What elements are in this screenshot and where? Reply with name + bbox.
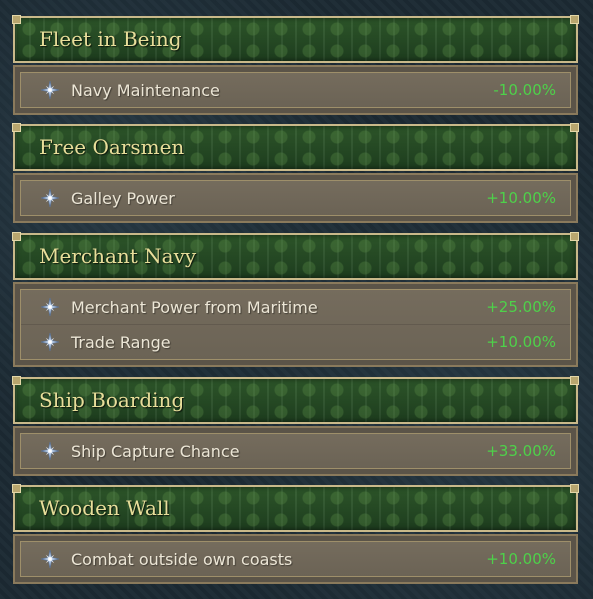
modifier-value: +25.00%: [486, 298, 556, 316]
modifier-value: +10.00%: [486, 333, 556, 351]
corner-ornament-icon: [12, 123, 21, 132]
modifier-row[interactable]: Navy Maintenance -10.00%: [21, 73, 570, 107]
panel-header: Fleet in Being: [12, 15, 579, 63]
corner-ornament-icon: [570, 15, 579, 24]
star-compass-icon: [41, 189, 59, 207]
modifier-value: +33.00%: [486, 442, 556, 460]
panel-wooden-wall: Wooden Wall Combat outside own coasts +1…: [12, 484, 579, 584]
modifier-value: +10.00%: [486, 550, 556, 568]
corner-ornament-icon: [570, 484, 579, 493]
panel-header: Free Oarsmen: [12, 123, 579, 171]
panel-title: Ship Boarding: [39, 388, 185, 412]
panel-body: Ship Capture Chance +33.00%: [13, 426, 578, 476]
star-compass-icon: [41, 442, 59, 460]
modifier-value: +10.00%: [486, 189, 556, 207]
modifier-label: Combat outside own coasts: [71, 549, 293, 569]
modifier-label: Galley Power: [71, 188, 175, 208]
panel-title: Wooden Wall: [39, 496, 170, 520]
modifier-row[interactable]: Merchant Power from Maritime +25.00%: [21, 290, 570, 324]
panel-header: Wooden Wall: [12, 484, 579, 532]
modifier-value: -10.00%: [493, 81, 556, 99]
corner-ornament-icon: [12, 484, 21, 493]
modifier-label: Merchant Power from Maritime: [71, 297, 318, 317]
modifier-row[interactable]: Trade Range +10.00%: [21, 324, 570, 359]
modifier-row[interactable]: Combat outside own coasts +10.00%: [21, 542, 570, 576]
panel-fleet-in-being: Fleet in Being Navy Maintenance -10.00%: [12, 15, 579, 115]
corner-ornament-icon: [12, 232, 21, 241]
corner-ornament-icon: [570, 376, 579, 385]
panel-title: Merchant Navy: [39, 244, 197, 268]
panel-merchant-navy: Merchant Navy Merchant Power from Mariti…: [12, 232, 579, 367]
modifier-row[interactable]: Ship Capture Chance +33.00%: [21, 434, 570, 468]
corner-ornament-icon: [570, 232, 579, 241]
modifier-label: Trade Range: [71, 332, 171, 352]
corner-ornament-icon: [570, 123, 579, 132]
panel-body: Galley Power +10.00%: [13, 173, 578, 223]
panel-free-oarsmen: Free Oarsmen Galley Power +10.00%: [12, 123, 579, 223]
corner-ornament-icon: [12, 15, 21, 24]
panel-header: Ship Boarding: [12, 376, 579, 424]
panel-title: Free Oarsmen: [39, 135, 185, 159]
panel-body: Navy Maintenance -10.00%: [13, 65, 578, 115]
modifier-row[interactable]: Galley Power +10.00%: [21, 181, 570, 215]
star-compass-icon: [41, 81, 59, 99]
corner-ornament-icon: [12, 376, 21, 385]
panel-ship-boarding: Ship Boarding Ship Capture Chance +33.00…: [12, 376, 579, 476]
panel-header: Merchant Navy: [12, 232, 579, 280]
star-compass-icon: [41, 333, 59, 351]
modifier-label: Navy Maintenance: [71, 80, 220, 100]
panel-body: Merchant Power from Maritime +25.00% Tra…: [13, 282, 578, 367]
modifier-label: Ship Capture Chance: [71, 441, 240, 461]
panel-title: Fleet in Being: [39, 27, 182, 51]
star-compass-icon: [41, 550, 59, 568]
panel-body: Combat outside own coasts +10.00%: [13, 534, 578, 584]
star-compass-icon: [41, 298, 59, 316]
